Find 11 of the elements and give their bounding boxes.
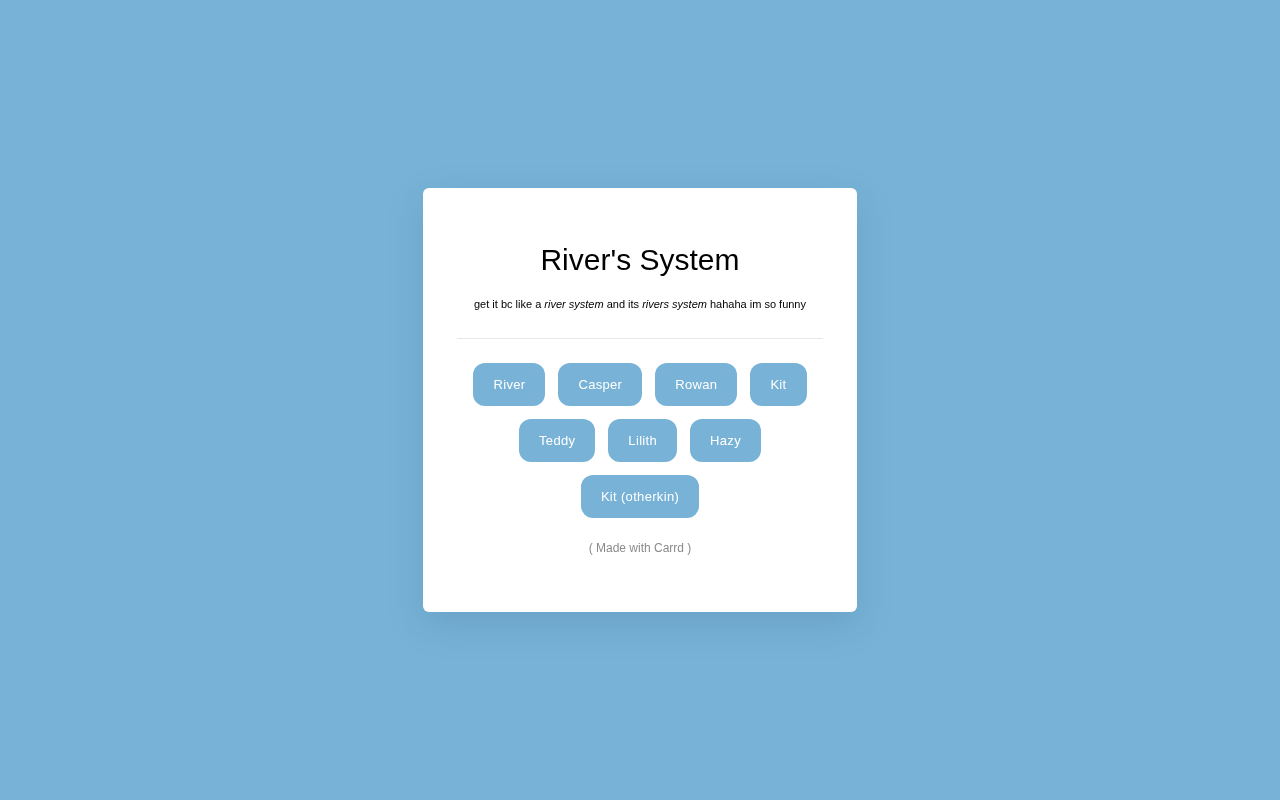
- name-button[interactable]: Kit (otherkin): [580, 475, 700, 518]
- page-title: River's System: [540, 242, 740, 278]
- credit-link[interactable]: ( Made with Carrd ): [588, 540, 692, 556]
- name-button[interactable]: Hazy: [690, 419, 761, 462]
- name-button[interactable]: Kit: [750, 363, 807, 406]
- name-button[interactable]: River: [473, 363, 546, 406]
- name-button[interactable]: Teddy: [519, 419, 596, 462]
- name-button[interactable]: Casper: [558, 363, 643, 406]
- name-button[interactable]: Lilith: [608, 419, 678, 462]
- subtitle-text: get it bc like a river system and its rivers system hahaha im so funny: [474, 297, 806, 312]
- name-button[interactable]: Rowan: [655, 363, 738, 406]
